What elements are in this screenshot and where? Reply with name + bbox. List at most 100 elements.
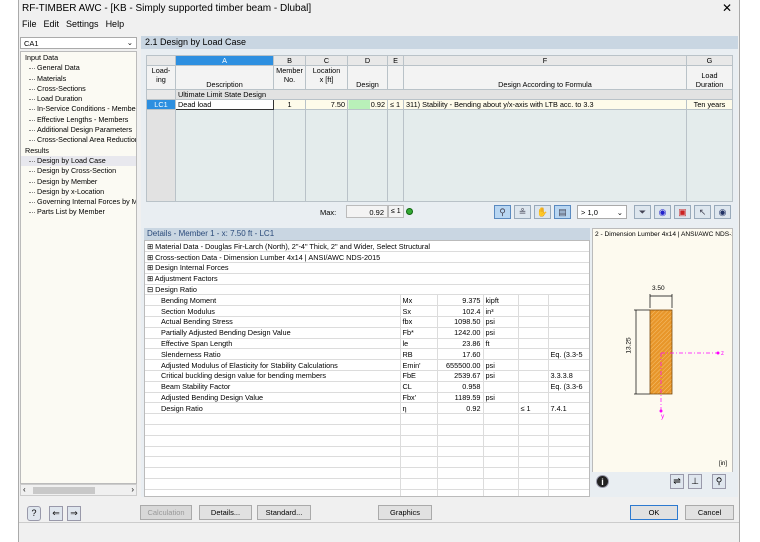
cell-formula[interactable]: 311) Stability - Bending about y/x-axis …	[403, 99, 687, 110]
row-le	[518, 381, 549, 393]
tree-item[interactable]: Cross-Sectional Area Reduction	[21, 135, 136, 145]
row-symbol: fbx	[400, 316, 438, 328]
tree-item[interactable]: General Data	[21, 63, 136, 73]
table-row[interactable]: LC1 Dead load 1 7.50 0.92 ≤ 1 311) Stability -…	[146, 99, 733, 110]
close-button[interactable]: ✕	[722, 1, 732, 15]
header-loading: Load- ing	[146, 65, 176, 90]
show-values-icon[interactable]: ⚲	[494, 205, 511, 219]
menu-file[interactable]: File	[22, 19, 37, 29]
menu-settings[interactable]: Settings	[66, 19, 99, 29]
row-le	[518, 348, 549, 361]
filter-icon[interactable]: ⏷	[634, 205, 651, 219]
section-material[interactable]: ⊞ Material Data - Douglas Fir-Larch (Nor…	[145, 241, 589, 253]
details-row[interactable]: Beam Stability Factor CL 0.958 Eq. (3.3-6	[145, 381, 589, 393]
section-label: Cross-section Data - Dimension Lumber 4x…	[155, 252, 381, 262]
standard-button[interactable]: Standard...	[257, 505, 311, 520]
chevron-down-icon: ⌄	[616, 208, 623, 217]
max-label: Max:	[320, 208, 337, 217]
view-icon[interactable]: ◉	[714, 205, 731, 219]
cell-location[interactable]: 7.50	[305, 99, 348, 110]
details-row[interactable]: Design Ratio η 0.92 ≤ 1 7.4.1	[145, 402, 589, 415]
details-row[interactable]: Effective Span Length le 23.86 ft	[145, 338, 589, 350]
row-unit: psi	[483, 392, 519, 404]
row-value: 17.60	[437, 348, 484, 361]
tree-item[interactable]: Design by Cross-Section	[21, 166, 136, 176]
details-row[interactable]: Partially Adjusted Bending Design Value F…	[145, 327, 589, 339]
width-dimension: 3.50	[652, 285, 665, 292]
row-value: 0.92	[437, 402, 484, 415]
status-ok-icon	[406, 208, 413, 215]
cell-description[interactable]: Dead load	[175, 99, 274, 110]
filter-select[interactable]: > 1,0 ⌄	[577, 205, 627, 219]
details-row[interactable]: Adjusted Modulus of Elasticity for Stabi…	[145, 359, 589, 372]
calculation-button[interactable]: Calculation	[140, 505, 192, 520]
row-reference: Eq. (3.3-5	[548, 348, 589, 361]
details-button[interactable]: Details...	[199, 505, 252, 520]
import-icon[interactable]: ⇐	[49, 506, 63, 521]
relation-bar-icon[interactable]: ▤	[554, 205, 571, 219]
details-row[interactable]: Section Modulus Sx 102.4 in³	[145, 305, 589, 318]
section-design-ratio[interactable]: ⊟ Design Ratio	[145, 284, 589, 296]
menu-bar: File Edit Settings Help	[22, 19, 131, 29]
tree-item[interactable]: In-Service Conditions - Members	[21, 104, 136, 114]
details-row[interactable]: Adjusted Bending Design Value Fbx' 1189.59…	[145, 392, 589, 404]
case-select[interactable]: CA1 ⌄	[20, 37, 137, 49]
graphics-button[interactable]: Graphics	[378, 505, 432, 520]
pointer-icon[interactable]: ↖	[694, 205, 711, 219]
export-icon[interactable]: ⇒	[67, 506, 81, 521]
row-reference	[548, 327, 589, 339]
info-icon[interactable]: i	[596, 475, 609, 488]
tree-item-selected[interactable]: Design by Load Case	[21, 155, 136, 167]
cell-loading[interactable]: LC1	[146, 99, 176, 110]
tree-item[interactable]: Materials	[21, 74, 136, 84]
zoom-icon[interactable]: ⚲	[712, 474, 726, 489]
tree-group-results[interactable]: Results	[21, 146, 136, 156]
color-scale-icon[interactable]: ◉	[654, 205, 671, 219]
details-section[interactable]: ⊞ Material Data - Douglas Fir-Larch (Nor…	[145, 241, 589, 253]
col-letter-g: G	[686, 55, 733, 66]
section-adjustment-factors[interactable]: ⊞ Adjustment Factors	[145, 273, 589, 285]
row-reference	[548, 294, 589, 307]
row-le	[518, 392, 549, 404]
hand-icon[interactable]: ✋	[534, 205, 551, 219]
menu-edit[interactable]: Edit	[44, 19, 60, 29]
details-row[interactable]: Bending Moment Mx 9.375 kipft	[145, 294, 589, 307]
tree-item[interactable]: Design by x-Location	[21, 187, 136, 197]
details-row[interactable]: Critical buckling design value for bendi…	[145, 370, 589, 382]
row-le	[518, 359, 549, 372]
export-excel-icon[interactable]: ▣	[674, 205, 691, 219]
ok-button[interactable]: OK	[630, 505, 678, 520]
help-icon[interactable]: ?	[27, 506, 41, 521]
row-unit: psi	[483, 359, 519, 372]
details-row[interactable]: Actual Bending Stress fbx 1098.50 psi	[145, 316, 589, 328]
row-reference	[548, 316, 589, 328]
tree-horizontal-scrollbar[interactable]: ‹ ›	[20, 484, 137, 496]
tree-item[interactable]: Additional Design Parameters	[21, 125, 136, 135]
cell-member[interactable]: 1	[273, 99, 306, 110]
member-icon[interactable]: ≗	[514, 205, 531, 219]
tree-item[interactable]: Governing Internal Forces by Member	[21, 197, 136, 207]
cell-duration[interactable]: Ten years	[686, 99, 733, 110]
tree-item[interactable]: Parts List by Member	[21, 207, 136, 217]
cell-design[interactable]: 0.92	[347, 99, 388, 110]
cancel-button[interactable]: Cancel	[685, 505, 734, 520]
tree-item[interactable]: Load Duration	[21, 94, 136, 104]
menu-help[interactable]: Help	[106, 19, 125, 29]
tree-item[interactable]: Effective Lengths - Members	[21, 115, 136, 125]
details-row[interactable]: Slenderness Ratio RB 17.60 Eq. (3.3-5	[145, 348, 589, 361]
section-internal-forces[interactable]: ⊞ Design Internal Forces	[145, 262, 589, 274]
row-name: Critical buckling design value for bendi…	[145, 370, 401, 382]
row-le	[518, 338, 549, 350]
row-name: Actual Bending Stress	[145, 316, 401, 328]
row-reference: 3.3.3.8	[548, 370, 589, 382]
row-unit	[483, 402, 519, 415]
section-cross-section[interactable]: ⊞ Cross-section Data - Dimension Lumber …	[145, 251, 589, 264]
tree-item[interactable]: Design by Member	[21, 177, 136, 187]
axis-y-icon[interactable]: ⊥	[688, 474, 702, 489]
axis-x-icon[interactable]: ⇌	[670, 474, 684, 489]
tree-item[interactable]: Cross-Sections	[21, 84, 136, 94]
tree-group-input[interactable]: Input Data	[21, 53, 136, 63]
axis-label: y	[661, 413, 665, 420]
row-symbol: Mx	[400, 294, 438, 307]
row-value: 1189.59	[437, 392, 484, 404]
